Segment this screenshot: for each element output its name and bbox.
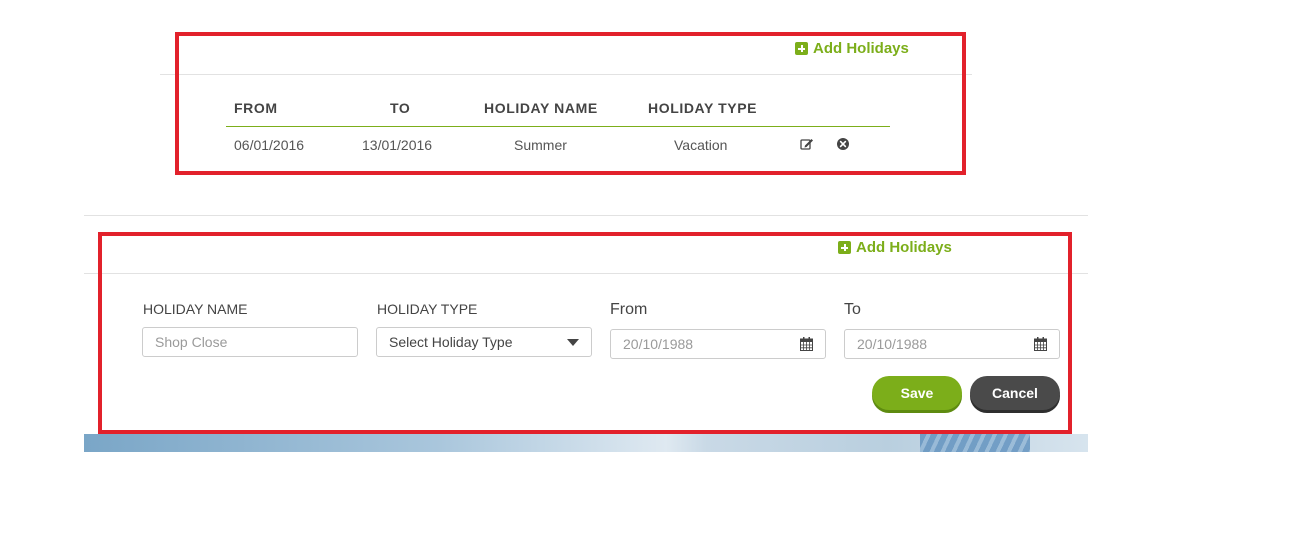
cell-holiday-type: Vacation bbox=[674, 137, 728, 153]
divider bbox=[160, 74, 972, 75]
edit-icon[interactable] bbox=[800, 137, 814, 151]
cell-to: 13/01/2016 bbox=[362, 137, 433, 153]
to-date-value: 20/10/1988 bbox=[857, 336, 928, 352]
from-label: From bbox=[610, 301, 648, 318]
from-date-value: 20/10/1988 bbox=[623, 336, 694, 352]
to-label: To bbox=[844, 301, 861, 318]
save-button[interactable]: Save bbox=[872, 376, 962, 410]
holiday-name-label: HOLIDAY NAME bbox=[143, 301, 248, 317]
divider bbox=[84, 215, 1088, 216]
cell-holiday-name: Summer bbox=[514, 137, 567, 153]
chevron-down-icon bbox=[567, 338, 579, 346]
background-banner-detail bbox=[920, 434, 1030, 452]
delete-icon[interactable] bbox=[836, 137, 850, 151]
holiday-name-input[interactable]: Shop Close bbox=[142, 327, 358, 357]
cancel-button[interactable]: Cancel bbox=[970, 376, 1060, 410]
calendar-icon[interactable] bbox=[1034, 337, 1047, 351]
to-date-input[interactable]: 20/10/1988 bbox=[844, 329, 1060, 359]
holiday-name-placeholder: Shop Close bbox=[155, 334, 228, 350]
cell-from: 06/01/2016 bbox=[234, 137, 305, 153]
from-date-input[interactable]: 20/10/1988 bbox=[610, 329, 826, 359]
plus-square-icon bbox=[838, 241, 851, 254]
column-header-from: FROM bbox=[234, 100, 278, 116]
holiday-type-selected: Select Holiday Type bbox=[389, 334, 513, 350]
add-holidays-label: Add Holidays bbox=[856, 239, 952, 256]
add-holidays-label: Add Holidays bbox=[813, 40, 909, 57]
holiday-type-label: HOLIDAY TYPE bbox=[377, 301, 478, 317]
add-holidays-link[interactable]: Add Holidays bbox=[838, 239, 952, 256]
header-divider bbox=[226, 126, 890, 127]
column-header-holiday-type: HOLIDAY TYPE bbox=[648, 100, 758, 116]
column-header-to: TO bbox=[390, 100, 411, 116]
column-header-holiday-name: HOLIDAY NAME bbox=[484, 100, 598, 116]
divider bbox=[84, 273, 1088, 274]
calendar-icon[interactable] bbox=[800, 337, 813, 351]
add-holidays-link[interactable]: Add Holidays bbox=[795, 40, 909, 57]
plus-square-icon bbox=[795, 42, 808, 55]
holiday-type-select[interactable]: Select Holiday Type bbox=[376, 327, 592, 357]
